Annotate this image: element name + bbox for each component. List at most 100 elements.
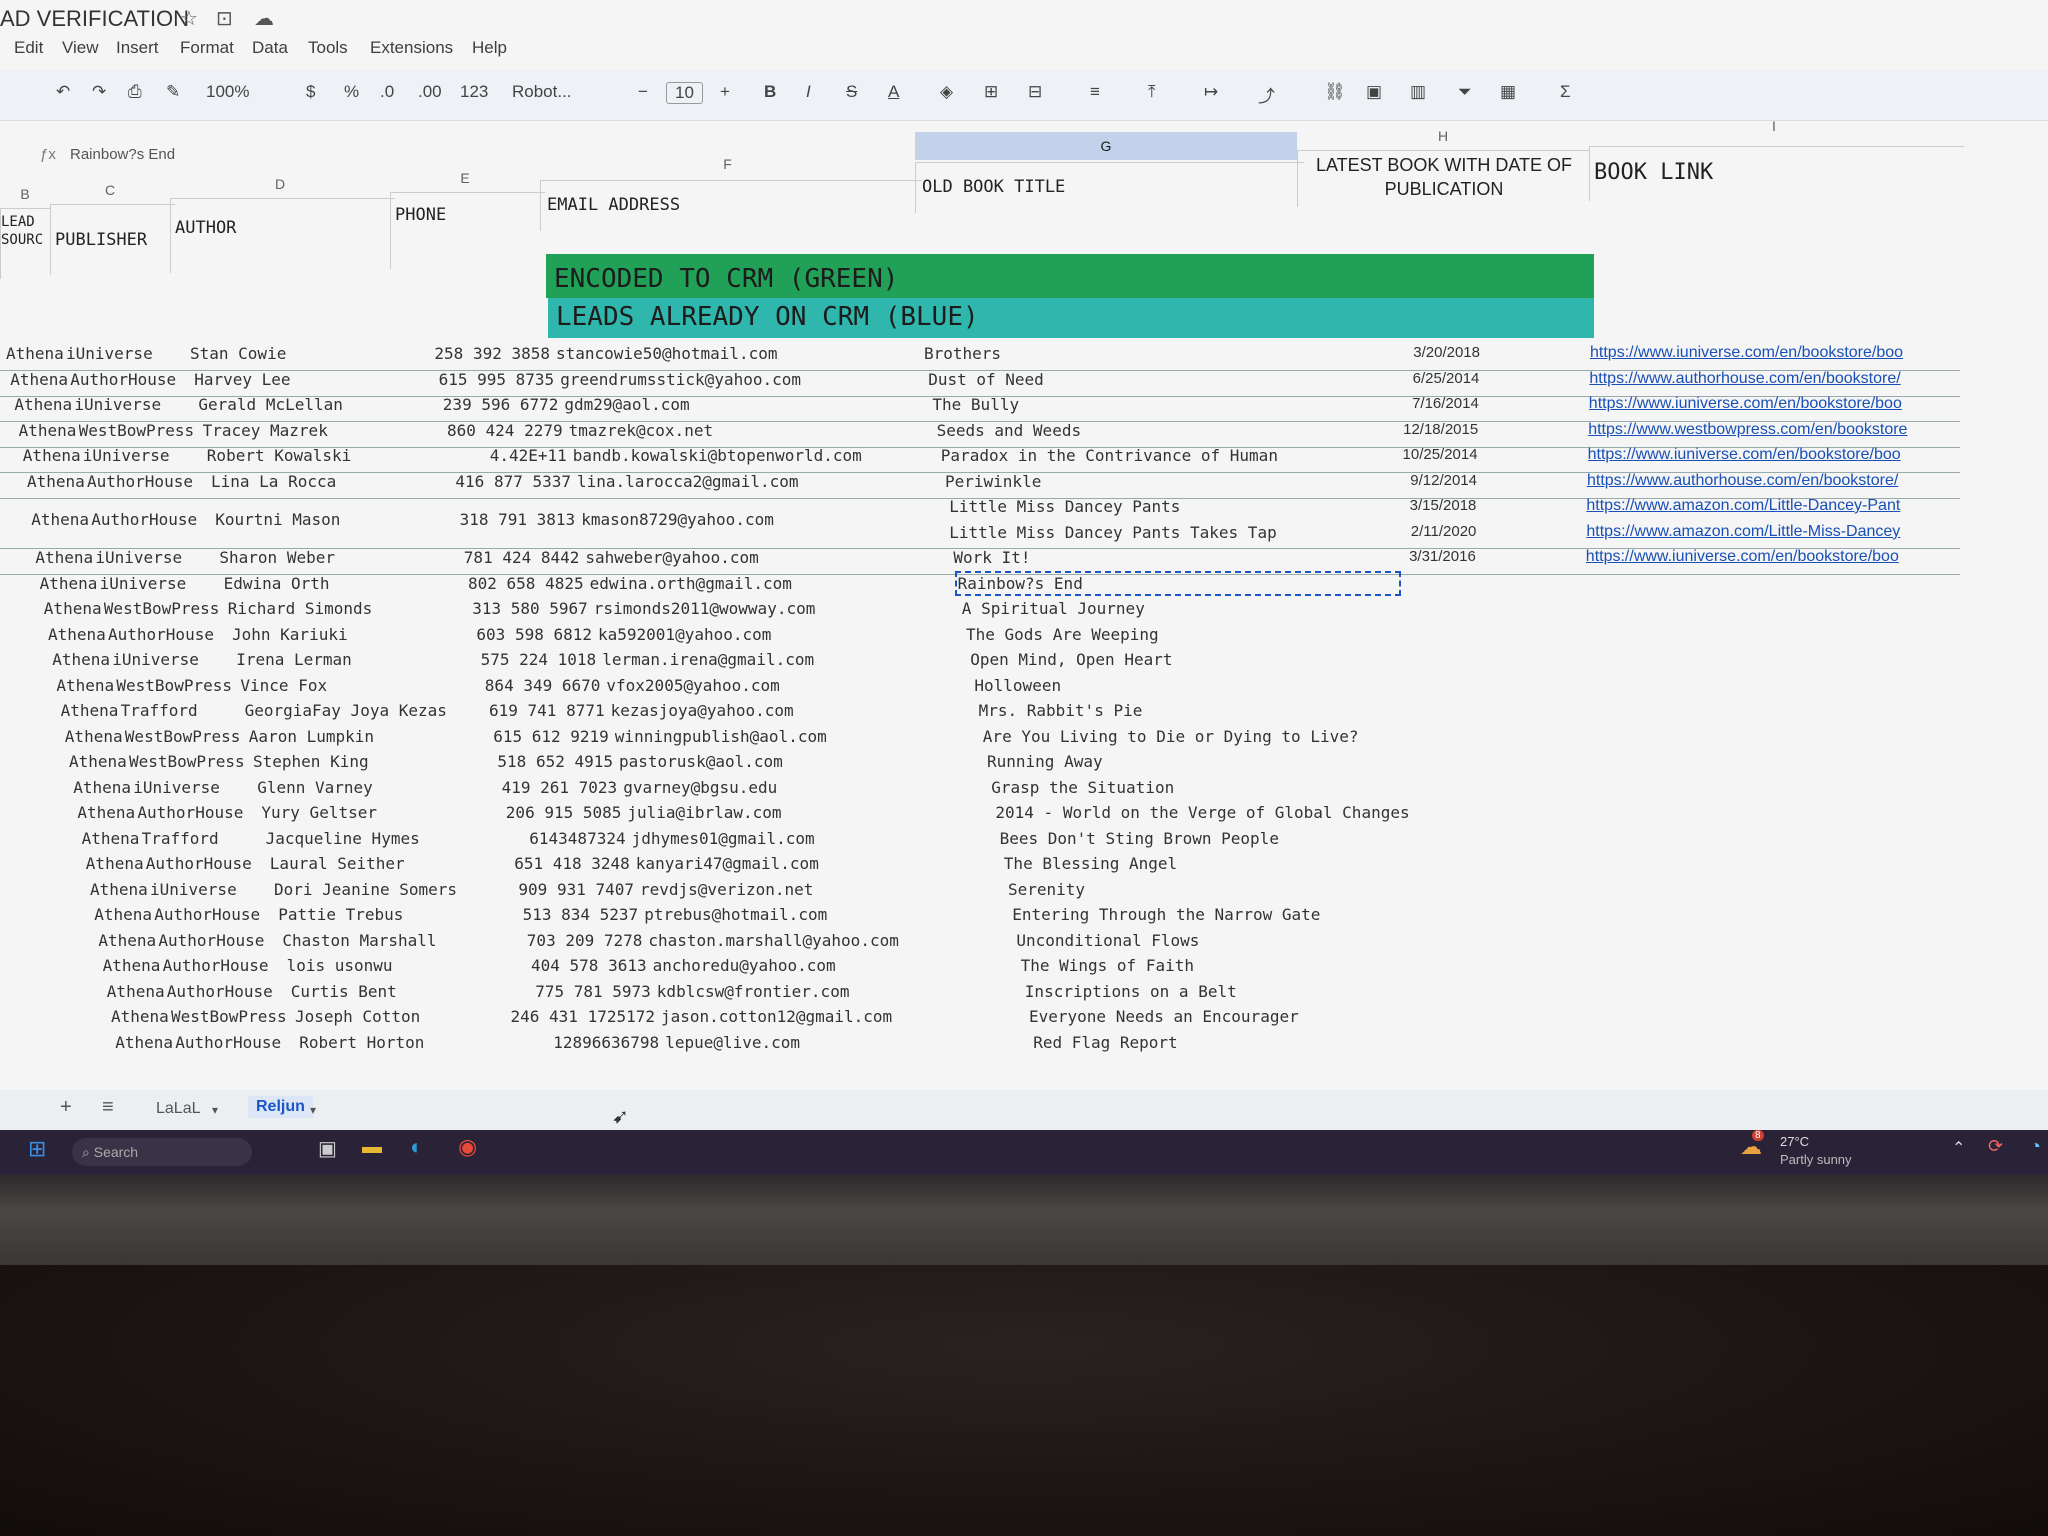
chart-icon[interactable]: ▥ xyxy=(1410,82,1426,102)
cell-email[interactable]: chaston.marshall@yahoo.com xyxy=(648,931,1020,950)
header-author[interactable]: AUTHOR xyxy=(170,198,395,273)
file-explorer-icon[interactable]: ▬ xyxy=(362,1136,382,1159)
text-color-button[interactable]: A xyxy=(888,82,899,102)
cell-publisher[interactable]: AuthorHouse xyxy=(146,854,268,873)
cell-author[interactable]: Kourtni Mason xyxy=(215,510,425,529)
menu-format[interactable]: Format xyxy=(174,34,240,62)
cell-phone[interactable]: 404 578 3613 xyxy=(499,956,647,975)
functions-button[interactable]: Σ xyxy=(1560,82,1571,102)
link-icon[interactable]: ⛓ xyxy=(1324,82,1346,102)
cell-phone[interactable]: 6143487324 xyxy=(478,829,625,848)
cell-title[interactable]: The Gods Are Weeping xyxy=(966,625,1406,644)
chevron-up-icon[interactable]: ⌃ xyxy=(1952,1138,1965,1158)
cell-email[interactable]: kmason8729@yahoo.com xyxy=(581,510,953,529)
number-format-button[interactable]: 123 xyxy=(460,82,488,102)
document-title[interactable]: AD VERIFICATION xyxy=(0,6,189,32)
header-email[interactable]: EMAIL ADDRESS xyxy=(540,180,922,231)
cell-publisher[interactable]: AuthorHouse xyxy=(158,931,280,950)
cell-title[interactable]: Running Away xyxy=(987,752,1427,771)
cell-link[interactable]: https://www.authorhouse.com/en/bookstore… xyxy=(1589,370,1949,388)
cell-source[interactable]: Athena xyxy=(90,880,150,899)
cell-date[interactable]: 3/15/2018 xyxy=(1296,497,1477,514)
cell-author[interactable]: Irena Lerman xyxy=(236,650,446,669)
cell-date[interactable]: 3/31/2016 xyxy=(1296,548,1476,565)
cell-source[interactable]: Athena xyxy=(48,625,108,644)
menu-extensions[interactable]: Extensions xyxy=(364,34,459,62)
column-header-f[interactable]: F xyxy=(540,150,915,178)
header-latest-book[interactable]: LATEST BOOK WITH DATE OF PUBLICATION xyxy=(1297,150,1590,207)
cell-author[interactable]: Harvey Lee xyxy=(194,370,404,389)
redo-icon[interactable]: ↷ xyxy=(92,82,106,102)
cell-email[interactable]: edwina.orth@gmail.com xyxy=(590,574,962,593)
cell-phone[interactable]: 12896636798 xyxy=(511,1033,659,1052)
cell-email[interactable]: lerman.irena@gmail.com xyxy=(602,650,974,669)
edge-browser-icon[interactable]: ◐ xyxy=(410,1134,423,1160)
formula-input[interactable]: Rainbow?s End xyxy=(70,146,175,163)
cell-phone[interactable]: 318 791 3813 xyxy=(427,510,576,529)
cloud-status-icon[interactable]: ☁ xyxy=(254,6,274,31)
cell-phone[interactable]: 575 224 1018 xyxy=(448,650,597,669)
increase-decimal-button[interactable]: .00 xyxy=(418,82,442,102)
cell-publisher[interactable]: AuthorHouse xyxy=(108,625,230,644)
header-lead-source[interactable]: LEAD SOURC xyxy=(0,208,51,279)
add-sheet-button[interactable]: + xyxy=(60,1096,72,1119)
cell-author[interactable]: Robert Kowalski xyxy=(207,446,417,465)
cell-email[interactable]: bandb.kowalski@btopenworld.com xyxy=(573,446,945,465)
network-icon[interactable]: ◔ xyxy=(2030,1136,2041,1157)
menu-help[interactable]: Help xyxy=(466,34,513,62)
cell-source[interactable]: Athena xyxy=(19,421,79,440)
cell-link[interactable]: https://www.amazon.com/Little-Dancey-Pan… xyxy=(1586,497,1946,515)
text-rotation-icon[interactable]: ⤴ xyxy=(1258,82,1275,107)
cell-publisher[interactable]: AuthorHouse xyxy=(91,510,213,529)
sheet-tab-lalal[interactable]: LaLaL xyxy=(156,1100,201,1118)
strikethrough-button[interactable]: S xyxy=(846,82,857,102)
font-select[interactable]: Robot... xyxy=(512,82,572,102)
cell-title[interactable]: Are You Living to Die or Dying to Live? xyxy=(983,727,1423,746)
cell-publisher[interactable]: WestBowPress xyxy=(129,752,251,771)
cell-email[interactable]: jdhymes01@gmail.com xyxy=(632,829,1004,848)
cell-phone[interactable]: 603 598 6812 xyxy=(444,625,592,644)
cell-source[interactable]: Athena xyxy=(115,1033,175,1052)
column-header-i[interactable]: I xyxy=(1589,112,1959,140)
cell-title[interactable]: Red Flag Report xyxy=(1033,1033,1473,1052)
cell-email[interactable]: pastorusk@aol.com xyxy=(619,752,991,771)
cell-source[interactable]: Athena xyxy=(35,548,95,567)
cell-source[interactable]: Athena xyxy=(69,752,129,771)
menu-tools[interactable]: Tools xyxy=(302,34,354,62)
font-size-increase-icon[interactable]: + xyxy=(720,82,730,102)
cell-publisher[interactable]: iUniverse xyxy=(66,344,188,363)
column-header-g[interactable]: G xyxy=(915,132,1297,160)
cell-author[interactable]: Edwina Orth xyxy=(224,574,434,593)
align-left-icon[interactable]: ≡ xyxy=(1090,82,1100,102)
cell-author[interactable]: Sharon Weber xyxy=(219,548,429,567)
cell-phone[interactable]: 416 877 5337 xyxy=(423,472,571,491)
cell-source[interactable]: Athena xyxy=(52,650,112,669)
sheet-tab-reljun[interactable]: Reljun xyxy=(248,1096,313,1118)
cell-title[interactable]: Inscriptions on a Belt xyxy=(1025,982,1465,1001)
cell-publisher[interactable]: iUniverse xyxy=(150,880,272,899)
cell-title[interactable]: Everyone Needs an Encourager xyxy=(1029,1007,1469,1026)
cell-title[interactable]: A Spiritual Journey xyxy=(962,599,1402,618)
cell-email[interactable]: ka592001@yahoo.com xyxy=(598,625,970,644)
cell-email[interactable]: anchoredu@yahoo.com xyxy=(653,956,1025,975)
zoom-select[interactable]: 100% xyxy=(206,82,249,102)
cell-source[interactable]: Athena xyxy=(73,778,133,797)
cell-title[interactable]: Holloween xyxy=(974,676,1414,695)
cell-publisher[interactable]: WestBowPress xyxy=(116,676,238,695)
menu-view[interactable]: View xyxy=(56,34,105,62)
cell-email[interactable]: winningpublish@aol.com xyxy=(615,727,987,746)
cell-date[interactable]: 3/20/2018 xyxy=(1300,344,1480,361)
sync-icon[interactable]: ⟳ xyxy=(1988,1136,2003,1157)
fill-color-icon[interactable]: ◈ xyxy=(940,82,953,102)
filter-icon[interactable]: ⏷ xyxy=(1458,82,1472,102)
cell-source[interactable]: Athena xyxy=(56,676,116,695)
cell-title[interactable]: Open Mind, Open Heart xyxy=(970,650,1410,669)
cell-email[interactable]: jason.cotton12@gmail.com xyxy=(661,1007,1033,1026)
cell-publisher[interactable]: Trafford xyxy=(142,829,264,848)
move-folder-icon[interactable]: ⊡ xyxy=(216,6,233,31)
cell-author[interactable]: Pattie Trebus xyxy=(278,905,488,924)
cell-email[interactable]: lina.larocca2@gmail.com xyxy=(577,472,949,491)
column-header-h[interactable]: H xyxy=(1297,122,1589,150)
cell-publisher[interactable]: AuthorHouse xyxy=(154,905,276,924)
cell-phone[interactable]: 246 431 1725172 xyxy=(507,1007,656,1026)
